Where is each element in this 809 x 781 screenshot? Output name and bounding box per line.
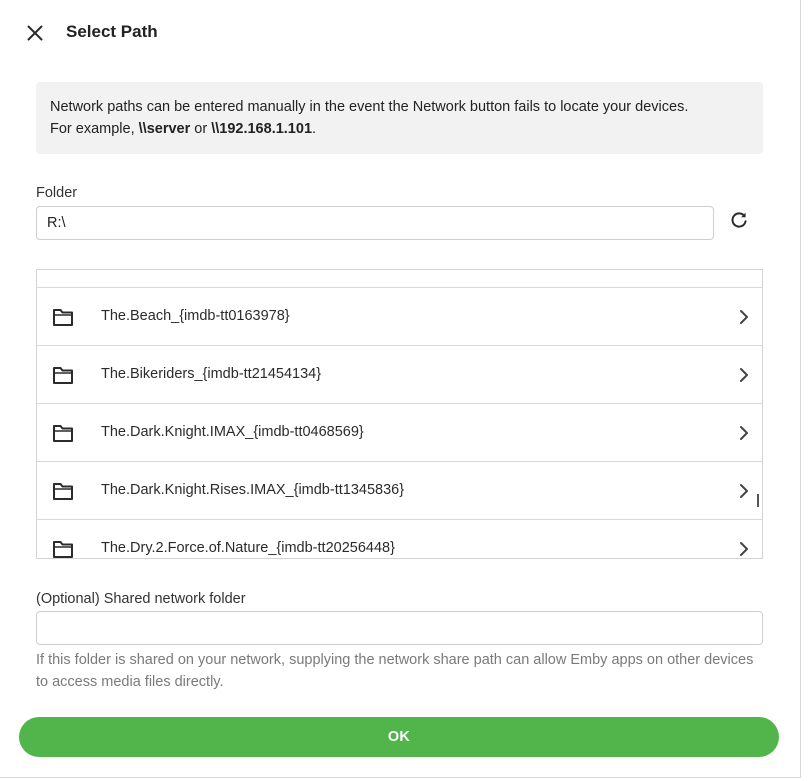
list-previous-row-fragment bbox=[37, 270, 762, 288]
dialog-title: Select Path bbox=[66, 22, 158, 41]
chevron-right-icon bbox=[740, 426, 748, 440]
shared-folder-label: (Optional) Shared network folder bbox=[36, 591, 246, 607]
info-example-ip: \\192.168.1.101 bbox=[211, 121, 313, 137]
folder-icon bbox=[53, 309, 73, 326]
folder-row[interactable]: The.Dark.Knight.IMAX_{imdb-tt0468569} bbox=[37, 404, 762, 462]
info-line-1: Network paths can be entered manually in… bbox=[50, 99, 689, 115]
close-button[interactable] bbox=[20, 18, 50, 48]
network-info-box: Network paths can be entered manually in… bbox=[36, 82, 763, 154]
folder-path-input[interactable] bbox=[36, 206, 714, 240]
dialog-header: Select Path bbox=[0, 0, 801, 66]
folder-row[interactable]: The.Beach_{imdb-tt0163978} bbox=[37, 288, 762, 346]
info-prefix: For example, bbox=[50, 121, 139, 137]
folder-icon bbox=[53, 483, 73, 500]
info-mid: or bbox=[190, 121, 212, 137]
folder-row[interactable]: The.Dark.Knight.Rises.IMAX_{imdb-tt13458… bbox=[37, 462, 762, 520]
chevron-right-icon bbox=[740, 310, 748, 324]
select-path-dialog: Select Path Network paths can be entered… bbox=[0, 0, 801, 778]
chevron-right-icon bbox=[740, 542, 748, 556]
refresh-icon bbox=[731, 212, 747, 228]
folder-icon bbox=[53, 425, 73, 442]
folder-name: The.Bikeriders_{imdb-tt21454134} bbox=[101, 366, 322, 382]
close-icon bbox=[27, 25, 43, 41]
ok-button[interactable]: OK bbox=[19, 717, 779, 757]
list-scrollbar-thumb[interactable] bbox=[757, 494, 759, 507]
info-suffix: . bbox=[312, 121, 317, 137]
shared-folder-help-text: If this folder is shared on your network… bbox=[36, 652, 754, 690]
info-example-server: \\server bbox=[138, 121, 191, 137]
shared-folder-input[interactable] bbox=[36, 611, 763, 645]
chevron-right-icon bbox=[740, 484, 748, 498]
folder-name: The.Beach_{imdb-tt0163978} bbox=[101, 308, 290, 324]
folder-row[interactable]: The.Bikeriders_{imdb-tt21454134} bbox=[37, 346, 762, 404]
info-line-2: For example, \\server or \\192.168.1.101… bbox=[50, 118, 749, 140]
folder-row[interactable]: The.Dry.2.Force.of.Nature_{imdb-tt202564… bbox=[37, 520, 762, 558]
folder-icon bbox=[53, 541, 73, 558]
folder-name: The.Dry.2.Force.of.Nature_{imdb-tt202564… bbox=[101, 540, 395, 556]
refresh-button[interactable] bbox=[726, 207, 752, 233]
folder-name: The.Dark.Knight.Rises.IMAX_{imdb-tt13458… bbox=[101, 482, 405, 498]
folder-name: The.Dark.Knight.IMAX_{imdb-tt0468569} bbox=[101, 424, 364, 440]
folder-list[interactable]: The.Beach_{imdb-tt0163978} The.Bikerider… bbox=[36, 269, 763, 559]
chevron-right-icon bbox=[740, 368, 748, 382]
folder-icon bbox=[53, 367, 73, 384]
folder-label: Folder bbox=[36, 185, 78, 201]
